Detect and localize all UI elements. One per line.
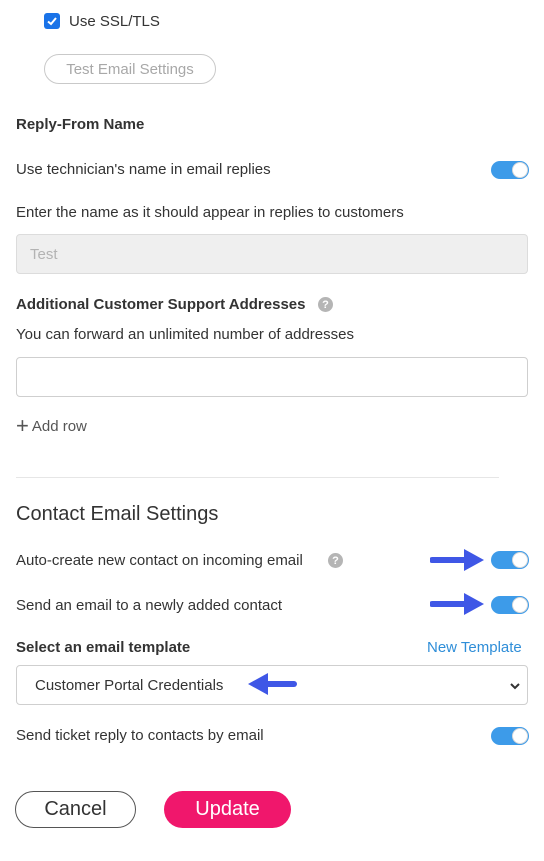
ssl-label: Use SSL/TLS [69,13,160,30]
toggle-knob [512,552,528,568]
additional-address-input[interactable] [16,357,528,397]
chevron-down-icon [509,679,521,697]
arrow-right-icon [430,546,486,574]
help-icon[interactable]: ? [318,297,333,312]
new-template-link[interactable]: New Template [427,639,522,656]
arrow-left-icon [246,671,298,697]
reply-name-field-label: Enter the name as it should appear in re… [16,204,404,221]
check-icon [47,17,57,26]
cancel-button[interactable]: Cancel [15,791,136,828]
auto-create-label: Auto-create new contact on incoming emai… [16,552,303,569]
help-icon[interactable]: ? [328,553,343,568]
toggle-knob [512,597,528,613]
reply-name-placeholder: Test [30,246,58,263]
add-row-button[interactable]: + Add row [16,413,87,438]
contact-email-settings-title: Contact Email Settings [16,503,219,525]
plus-icon: + [16,413,29,438]
template-select-value: Customer Portal Credentials [35,677,224,694]
update-button[interactable]: Update [164,791,291,828]
reply-from-heading: Reply-From Name [16,116,145,133]
section-divider [16,477,499,478]
template-label: Select an email template [16,639,191,656]
toggle-knob [512,728,528,744]
additional-addresses-description: You can forward an unlimited number of a… [16,326,354,343]
ticket-reply-label: Send ticket reply to contacts by email [16,727,264,744]
reply-from-toggle[interactable] [491,161,529,179]
auto-create-toggle[interactable] [491,551,529,569]
add-row-label: Add row [31,417,87,435]
send-email-label: Send an email to a newly added contact [16,597,283,614]
toggle-knob [512,162,528,178]
reply-name-input[interactable]: Test [16,234,528,274]
ssl-checkbox[interactable] [44,13,60,29]
test-email-settings-button[interactable]: Test Email Settings [44,54,216,84]
arrow-right-icon [430,590,486,618]
ticket-reply-toggle[interactable] [491,727,529,745]
send-email-toggle[interactable] [491,596,529,614]
additional-addresses-heading: Additional Customer Support Addresses [16,296,306,313]
reply-from-toggle-label: Use technician's name in email replies [16,161,271,178]
